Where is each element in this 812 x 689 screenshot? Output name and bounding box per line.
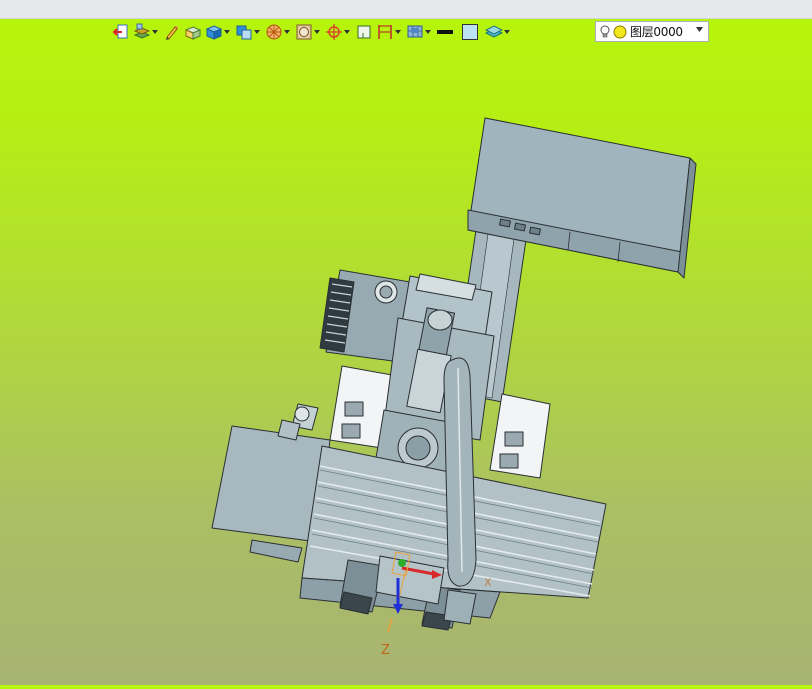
exit-view-button[interactable] — [112, 21, 130, 43]
chevron-down-icon — [283, 30, 290, 34]
line-weight-button[interactable] — [436, 21, 454, 43]
solid-cube-icon — [205, 25, 223, 40]
title-strip — [0, 0, 812, 19]
snap-target-dropdown[interactable] — [343, 21, 350, 43]
dimension-icon — [378, 25, 392, 39]
solid-cube-button[interactable] — [205, 21, 223, 43]
workplane-button[interactable] — [406, 21, 424, 43]
chevron-down-icon — [253, 30, 260, 34]
chevron-down-icon — [313, 30, 320, 34]
chevron-down-icon — [696, 27, 703, 32]
exit-view-icon — [112, 24, 128, 39]
sketch-button[interactable] — [163, 21, 181, 43]
render-sphere-icon — [266, 24, 282, 40]
display-mode-icon — [296, 24, 312, 40]
chevron-down-icon — [503, 30, 510, 34]
color-swatch-icon — [462, 24, 478, 40]
workplane-icon — [407, 25, 423, 38]
layer-stack-button[interactable] — [133, 21, 151, 43]
grid-frame-icon — [357, 25, 371, 39]
3d-viewport[interactable]: Z X — [0, 44, 812, 685]
z-axis-label: Z — [381, 643, 390, 658]
layer-plane-icon — [485, 25, 503, 38]
view-orientation-dropdown[interactable] — [253, 21, 260, 43]
solid-cube-dropdown[interactable] — [223, 21, 230, 43]
chevron-down-icon — [424, 30, 431, 34]
layer-stack-icon — [133, 23, 151, 39]
layer-select[interactable]: 图层0000 — [595, 21, 709, 42]
color-swatch-button[interactable] — [461, 21, 479, 43]
lightbulb-icon — [600, 25, 610, 37]
layer-stack-dropdown[interactable] — [151, 21, 158, 43]
layer-select-value: 图层0000 — [630, 25, 683, 39]
grid-frame-button[interactable] — [355, 21, 373, 43]
line-weight-icon — [437, 30, 453, 34]
render-style-button[interactable] — [265, 21, 283, 43]
chevron-down-icon — [151, 30, 158, 34]
view-orientation-button[interactable] — [235, 21, 253, 43]
box-open-button[interactable] — [184, 21, 202, 43]
chevron-down-icon — [223, 30, 230, 34]
render-style-dropdown[interactable] — [283, 21, 290, 43]
box-open-icon — [184, 26, 202, 40]
layer-color-dot-icon — [613, 25, 627, 38]
layer-plane-button[interactable] — [485, 21, 503, 43]
workplane-dropdown[interactable] — [424, 21, 431, 43]
cnc-machine-model — [211, 117, 697, 633]
display-mode-button[interactable] — [295, 21, 313, 43]
snap-target-button[interactable] — [325, 21, 343, 43]
layer-plane-dropdown[interactable] — [503, 21, 510, 43]
pencil-icon — [166, 26, 178, 40]
dimension-button[interactable] — [376, 21, 394, 43]
x-axis-label: X — [484, 576, 492, 589]
chevron-down-icon — [343, 30, 350, 34]
display-mode-dropdown[interactable] — [313, 21, 320, 43]
view-cube-icon — [236, 25, 252, 40]
chevron-down-icon — [394, 30, 401, 34]
snap-target-icon — [326, 24, 342, 40]
dimension-dropdown[interactable] — [394, 21, 401, 43]
